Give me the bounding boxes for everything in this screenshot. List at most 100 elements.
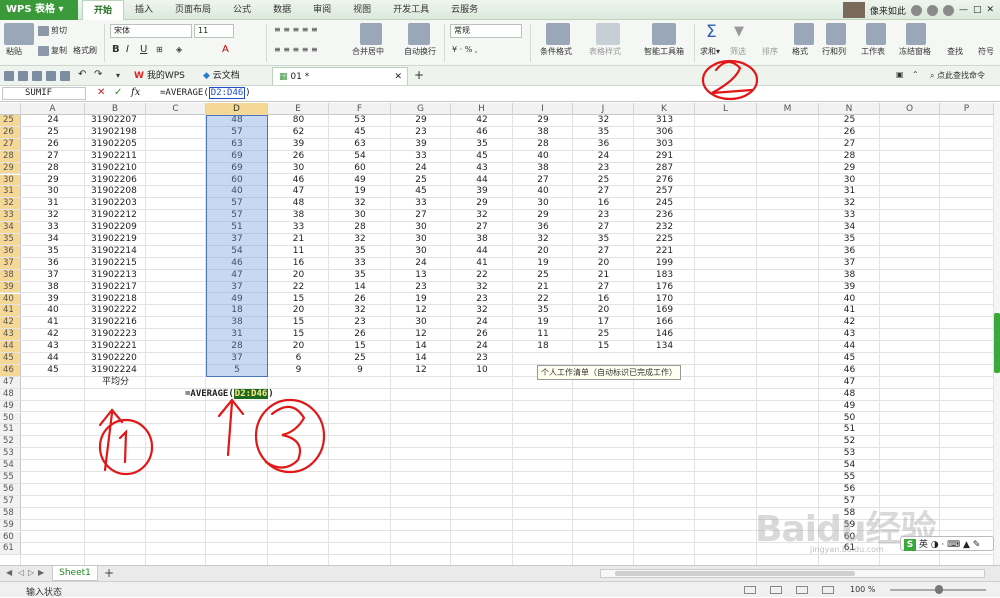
normal-view-icon[interactable] [744, 586, 756, 594]
message-icon[interactable]: ▣ [896, 70, 904, 79]
row-header[interactable]: 51 [0, 424, 21, 436]
row-header[interactable]: 27 [0, 138, 21, 150]
cell-j[interactable]: 23 [573, 210, 634, 221]
column-header-i[interactable]: I [513, 103, 573, 115]
cell-g[interactable]: 30 [391, 222, 451, 233]
confirm-icon[interactable]: ✓ [114, 87, 122, 98]
tab-menu-7[interactable]: 开发工具 [382, 0, 440, 20]
row-header[interactable]: 53 [0, 448, 21, 460]
cell-j[interactable]: 16 [573, 294, 634, 305]
cell-j[interactable]: 25 [573, 175, 634, 186]
cell-b[interactable]: 平均分 [85, 377, 146, 388]
row-header[interactable]: 29 [0, 162, 21, 174]
cell-j[interactable]: 36 [573, 139, 634, 150]
align-top-icon[interactable]: ≡ ≡ ≡ ≡ ≡ [274, 25, 318, 34]
cell-j[interactable]: 32 [573, 115, 634, 126]
ime-toolbar[interactable]: S 英 ◑ · ⌨ ▲ ✎ [900, 536, 994, 551]
cell-h[interactable]: 32 [451, 282, 513, 293]
cell-e[interactable]: 15 [268, 294, 329, 305]
new-tab-button[interactable]: + [414, 68, 424, 82]
cell-h[interactable]: 35 [451, 139, 513, 150]
cell-b[interactable]: 31902221 [85, 341, 146, 352]
cell-b[interactable]: 31902214 [85, 246, 146, 257]
row-header[interactable]: 30 [0, 174, 21, 186]
cell-g[interactable]: 29 [391, 115, 451, 126]
cell-n[interactable]: 40 [819, 294, 880, 305]
cell-a[interactable]: 25 [21, 127, 85, 138]
cell-k[interactable]: 169 [634, 305, 695, 316]
cell-f[interactable]: 32 [329, 305, 391, 316]
cell-i[interactable]: 40 [513, 186, 573, 197]
cell-i[interactable]: 21 [513, 282, 573, 293]
cell-n[interactable]: 44 [819, 341, 880, 352]
cell-n[interactable]: 51 [819, 424, 880, 435]
cell-k[interactable]: 146 [634, 329, 695, 340]
merge-icon[interactable] [360, 23, 382, 45]
copy-button[interactable]: 复制 [38, 45, 67, 56]
bold-button[interactable]: B [112, 44, 120, 55]
cell-f[interactable]: 60 [329, 163, 391, 174]
cell-i[interactable]: 40 [513, 151, 573, 162]
cell-n[interactable]: 29 [819, 163, 880, 174]
cell-j[interactable]: 27 [573, 282, 634, 293]
column-header-l[interactable]: L [695, 103, 757, 115]
cell-a[interactable]: 37 [21, 270, 85, 281]
page-break-icon[interactable] [796, 586, 808, 594]
cell-i[interactable]: 22 [513, 294, 573, 305]
cell-g[interactable]: 30 [391, 234, 451, 245]
paste-icon[interactable] [4, 23, 34, 45]
cell-j[interactable] [573, 353, 634, 364]
cell-i[interactable]: 30 [513, 198, 573, 209]
cell-n[interactable]: 36 [819, 246, 880, 257]
cell-n[interactable]: 31 [819, 186, 880, 197]
cell-h[interactable]: 22 [451, 270, 513, 281]
cell-b[interactable]: 31902206 [85, 175, 146, 186]
cell-n[interactable]: 26 [819, 127, 880, 138]
cell-k[interactable]: 199 [634, 258, 695, 269]
cell-g[interactable]: 24 [391, 258, 451, 269]
tab-menu-5[interactable]: 审阅 [302, 0, 342, 20]
cell-e[interactable] [268, 377, 329, 388]
cell-a[interactable]: 41 [21, 317, 85, 328]
tab-menu-3[interactable]: 公式 [222, 0, 262, 20]
cell-f[interactable]: 14 [329, 282, 391, 293]
cell-j[interactable]: 15 [573, 341, 634, 352]
conditional-format-icon[interactable] [546, 23, 570, 45]
preview-icon[interactable] [46, 71, 56, 81]
vertical-scrollbar[interactable] [994, 103, 1000, 565]
cell-g[interactable]: 30 [391, 317, 451, 328]
cell-a[interactable]: 38 [21, 282, 85, 293]
format-button[interactable]: 格式 [792, 46, 808, 57]
cell-i[interactable]: 20 [513, 246, 573, 257]
maximize-icon[interactable]: □ [973, 5, 982, 15]
cell-f[interactable]: 19 [329, 186, 391, 197]
cell-b[interactable]: 31902220 [85, 353, 146, 364]
cell-j[interactable]: 16 [573, 198, 634, 209]
sum-button[interactable]: 求和▾ [700, 46, 720, 57]
cell-a[interactable]: 45 [21, 365, 85, 376]
cell-k[interactable]: 170 [634, 294, 695, 305]
cell-n[interactable]: 28 [819, 151, 880, 162]
cell-g[interactable]: 30 [391, 246, 451, 257]
cell-e[interactable]: 15 [268, 329, 329, 340]
cell-n[interactable]: 43 [819, 329, 880, 340]
row-col-icon[interactable] [826, 23, 846, 45]
column-header-c[interactable]: C [146, 103, 206, 115]
user-name[interactable]: 像来如此 [870, 4, 906, 17]
cell-k[interactable]: 225 [634, 234, 695, 245]
cell-a[interactable]: 32 [21, 210, 85, 221]
cell-f[interactable]: 23 [329, 317, 391, 328]
cell-b[interactable]: 31902212 [85, 210, 146, 221]
tab-cloud-docs[interactable]: ◆ 云文档 [197, 67, 246, 85]
export-icon[interactable] [60, 71, 70, 81]
row-header[interactable]: 46 [0, 364, 21, 376]
cell-f[interactable]: 15 [329, 341, 391, 352]
freeze-icon[interactable] [906, 23, 926, 45]
cell-f[interactable] [329, 377, 391, 388]
last-sheet-icon[interactable]: ▶ [38, 568, 44, 577]
row-header[interactable]: 28 [0, 150, 21, 162]
zoom-level[interactable]: 100 % [850, 585, 875, 594]
formula-input[interactable]: =AVERAGE(D2:D46) [160, 87, 251, 99]
cell-h[interactable]: 10 [451, 365, 513, 376]
avatar[interactable] [842, 2, 865, 18]
